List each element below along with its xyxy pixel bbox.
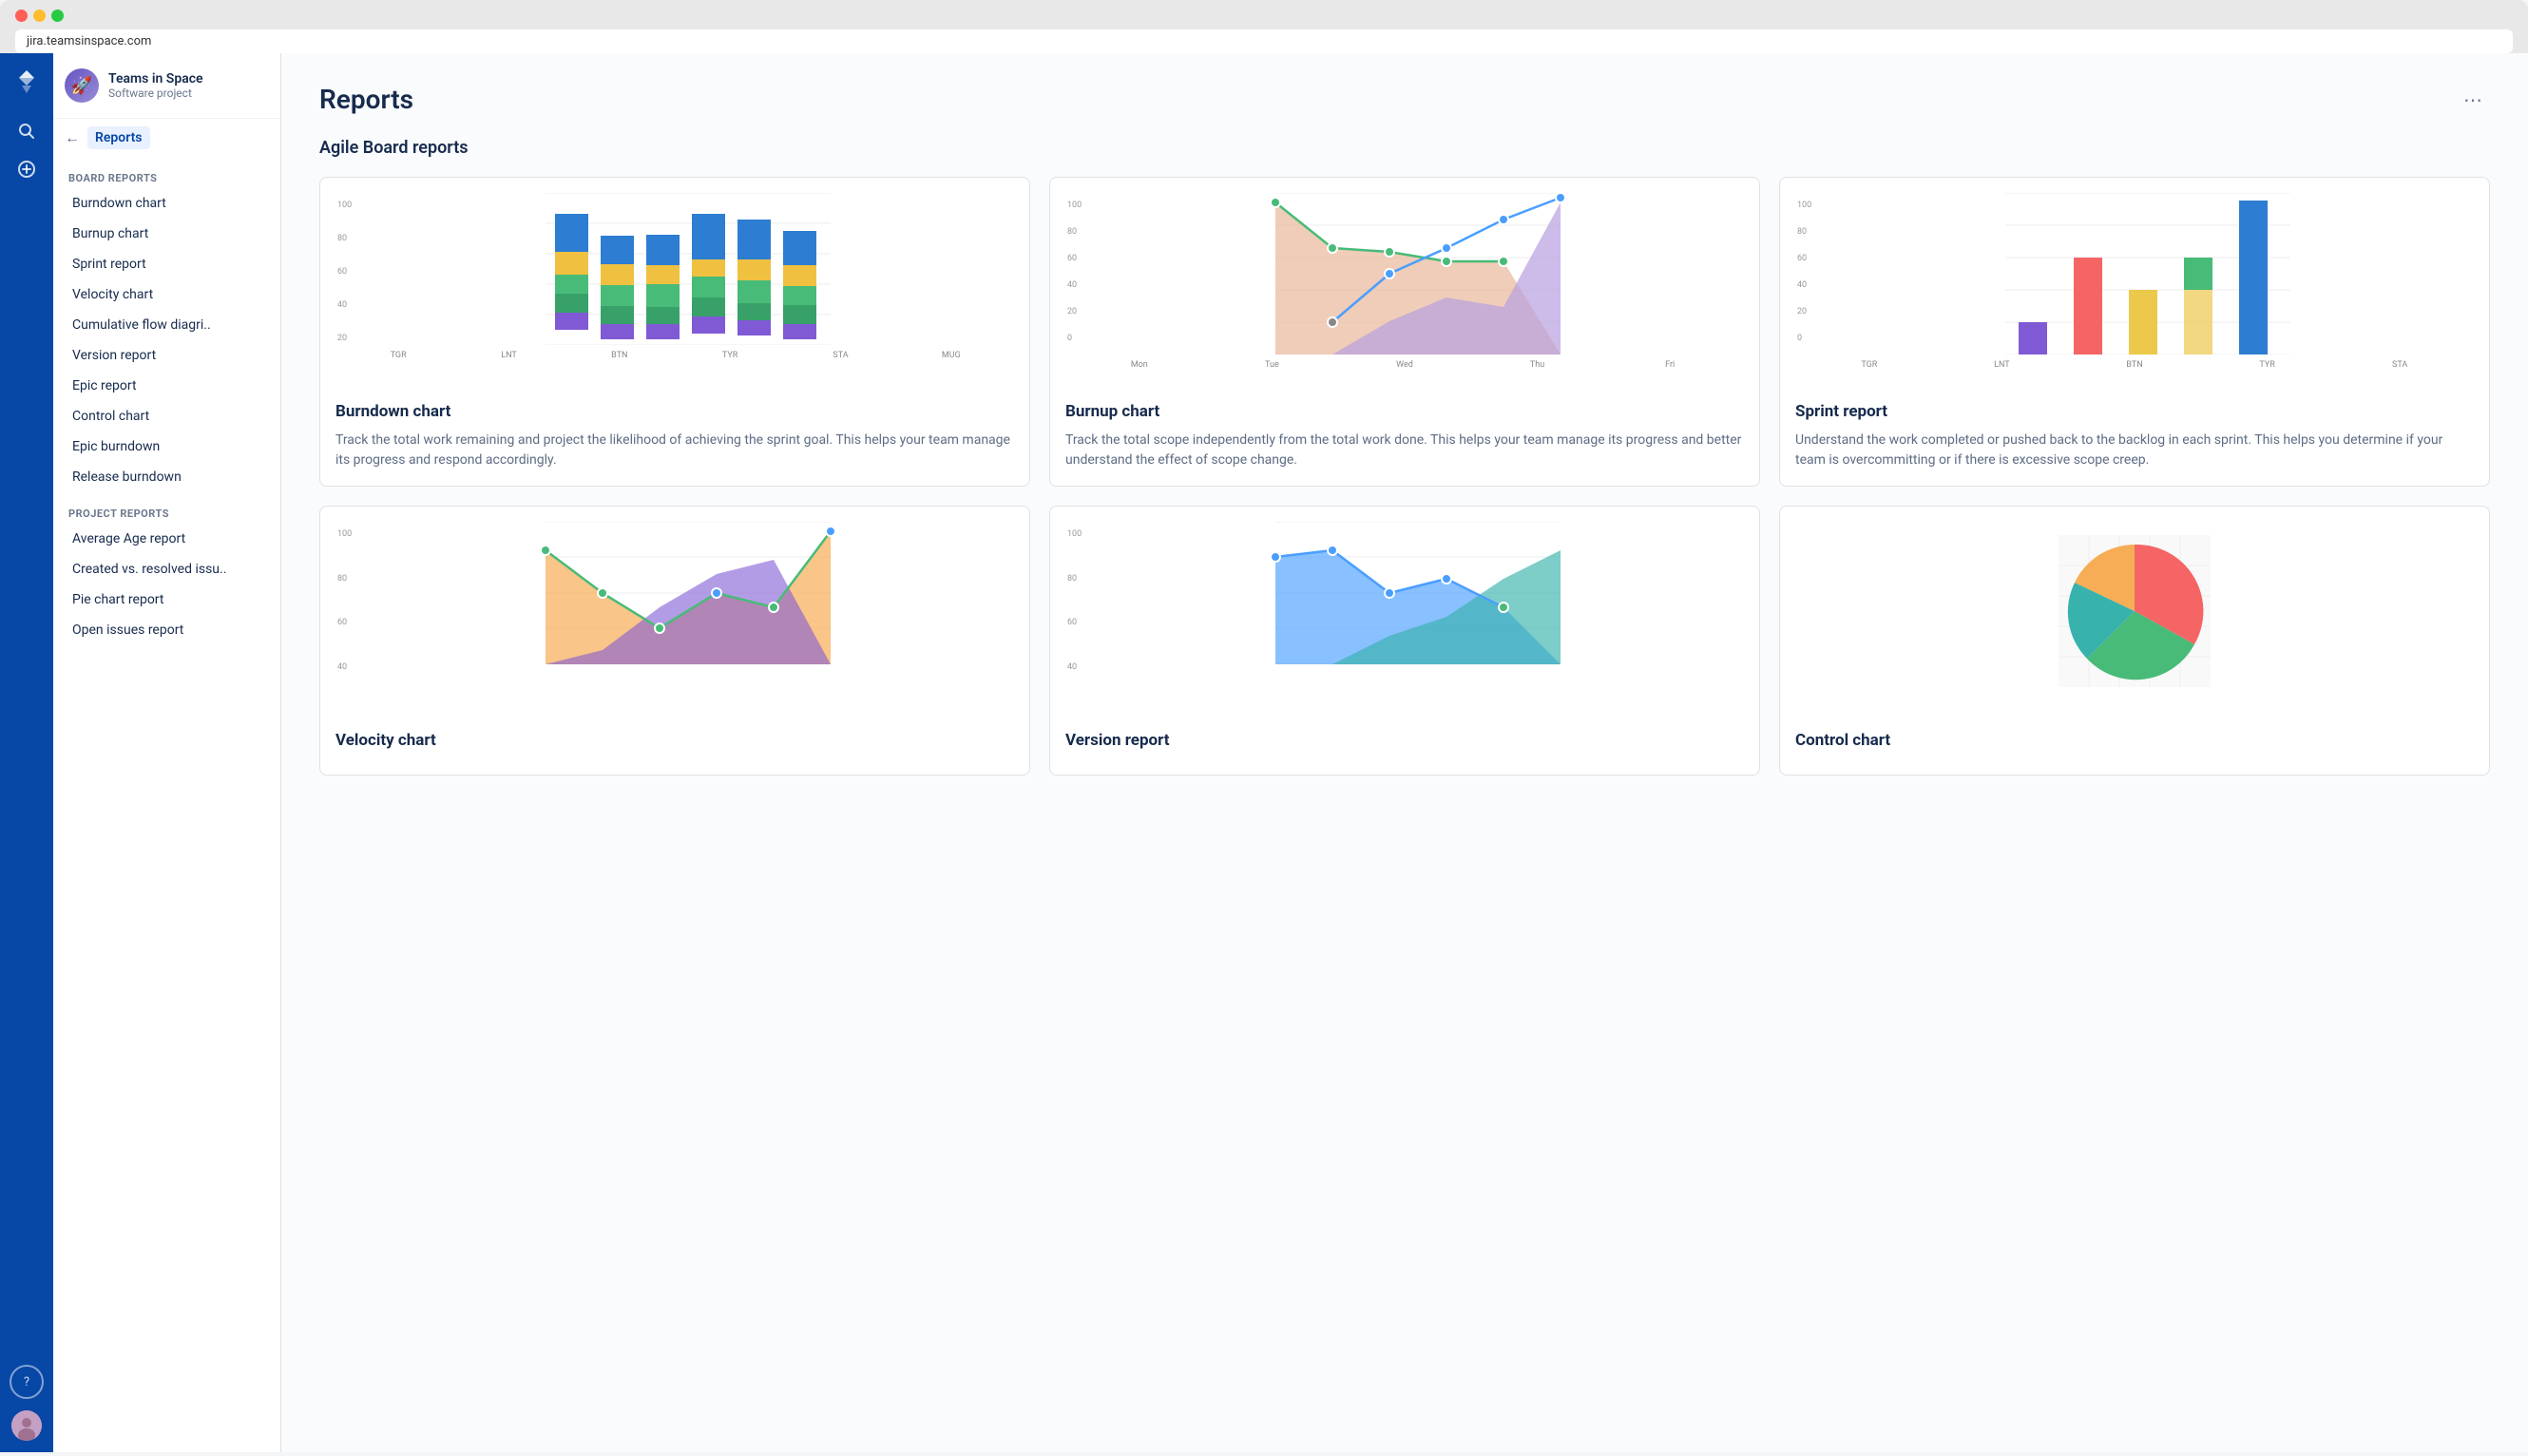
control-chart [1780,507,2489,716]
sprint-body: Sprint report Understand the work comple… [1780,387,2489,486]
sidebar-item-board-0[interactable]: Burndown chart [57,188,277,219]
burndown-chart: 10080604020 [320,178,1029,387]
velocity-title: Velocity chart [335,731,1014,750]
user-avatar[interactable] [11,1410,42,1441]
burndown-x-labels: TGR LNT BTN TYR STA MUG [335,351,1014,360]
sidebar-item-board-2[interactable]: Sprint report [57,249,277,279]
sidebar-item-board-8[interactable]: Epic burndown [57,431,277,462]
page-title: Reports [319,84,413,115]
version-body: Version report [1050,716,1759,775]
close-button[interactable] [15,10,28,22]
sidebar-item-board-1[interactable]: Burnup chart [57,219,277,249]
sprint-card[interactable]: 100806040200 [1779,177,2490,487]
project-header: 🚀 Teams in Space Software project [53,53,280,119]
burnup-card[interactable]: 100806040200 [1049,177,1760,487]
sidebar: 🚀 Teams in Space Software project ← Repo… [53,53,281,1452]
version-card[interactable]: 100806040 [1049,506,1760,776]
back-nav[interactable]: ← Reports [53,119,280,157]
sidebar-item-project-2[interactable]: Pie chart report [57,584,277,615]
control-body: Control chart [1780,716,2489,775]
project-info: Teams in Space Software project [108,71,203,100]
project-items-list: Average Age reportCreated vs. resolved i… [53,524,280,645]
back-arrow-icon: ← [65,128,80,147]
project-reports-label: PROJECT REPORTS [53,492,280,524]
velocity-y-labels: 100806040 [337,529,352,672]
sidebar-item-project-3[interactable]: Open issues report [57,615,277,645]
reports-grid: 10080604020 [319,177,2490,776]
burnup-y-labels: 100806040200 [1067,201,1082,343]
url-bar[interactable]: jira.teamsinspace.com [15,29,2513,53]
version-chart: 100806040 [1050,507,1759,716]
burnup-x-labels: Mon Tue Wed Thu Fri [1065,360,1744,370]
control-card[interactable]: Control chart [1779,506,2490,776]
search-icon[interactable] [10,114,44,148]
sidebar-item-board-4[interactable]: Cumulative flow diagri.. [57,310,277,340]
app-logo[interactable] [10,65,44,99]
minimize-button[interactable] [33,10,46,22]
url-text: jira.teamsinspace.com [27,34,151,48]
sidebar-item-project-0[interactable]: Average Age report [57,524,277,554]
project-avatar: 🚀 [65,68,99,103]
velocity-card[interactable]: 100806040 [319,506,1030,776]
more-options-button[interactable]: ⋯ [2456,85,2490,115]
control-title: Control chart [1795,731,2474,750]
sidebar-item-board-5[interactable]: Version report [57,340,277,371]
sidebar-item-board-6[interactable]: Epic report [57,371,277,401]
help-icon[interactable]: ? [10,1365,44,1399]
burndown-body: Burndown chart Track the total work rema… [320,387,1029,486]
burndown-desc: Track the total work remaining and proje… [335,431,1014,470]
version-title: Version report [1065,731,1744,750]
section-title: Agile Board reports [319,138,2490,158]
create-icon[interactable] [10,152,44,186]
burnup-desc: Track the total scope independently from… [1065,431,1744,470]
main-content: Reports ⋯ Agile Board reports 1008060402… [281,53,2528,1452]
sprint-y-labels: 100806040200 [1797,201,1811,343]
sidebar-item-reports[interactable]: Reports [87,126,150,149]
project-type: Software project [108,86,203,100]
sprint-chart: 100806040200 [1780,178,2489,387]
velocity-chart: 100806040 [320,507,1029,716]
board-items-list: Burndown chartBurnup chartSprint reportV… [53,188,280,492]
project-name: Teams in Space [108,71,203,86]
sprint-title: Sprint report [1795,402,2474,421]
burnup-chart: 100806040200 [1050,178,1759,387]
velocity-body: Velocity chart [320,716,1029,775]
sprint-desc: Understand the work completed or pushed … [1795,431,2474,470]
main-header: Reports ⋯ [319,84,2490,115]
sidebar-item-board-3[interactable]: Velocity chart [57,279,277,310]
sidebar-item-board-7[interactable]: Control chart [57,401,277,431]
icon-bar: ? [0,53,53,1452]
version-y-labels: 100806040 [1067,529,1082,672]
sidebar-item-project-1[interactable]: Created vs. resolved issu.. [57,554,277,584]
burnup-body: Burnup chart Track the total scope indep… [1050,387,1759,486]
burndown-card[interactable]: 10080604020 [319,177,1030,487]
burnup-title: Burnup chart [1065,402,1744,421]
burndown-y-labels: 10080604020 [337,201,352,343]
burndown-title: Burndown chart [335,402,1014,421]
board-reports-label: BOARD REPORTS [53,157,280,188]
sidebar-item-board-9[interactable]: Release burndown [57,462,277,492]
sprint-x-labels: TGR LNT BTN TYR STA [1795,360,2474,370]
maximize-button[interactable] [51,10,64,22]
